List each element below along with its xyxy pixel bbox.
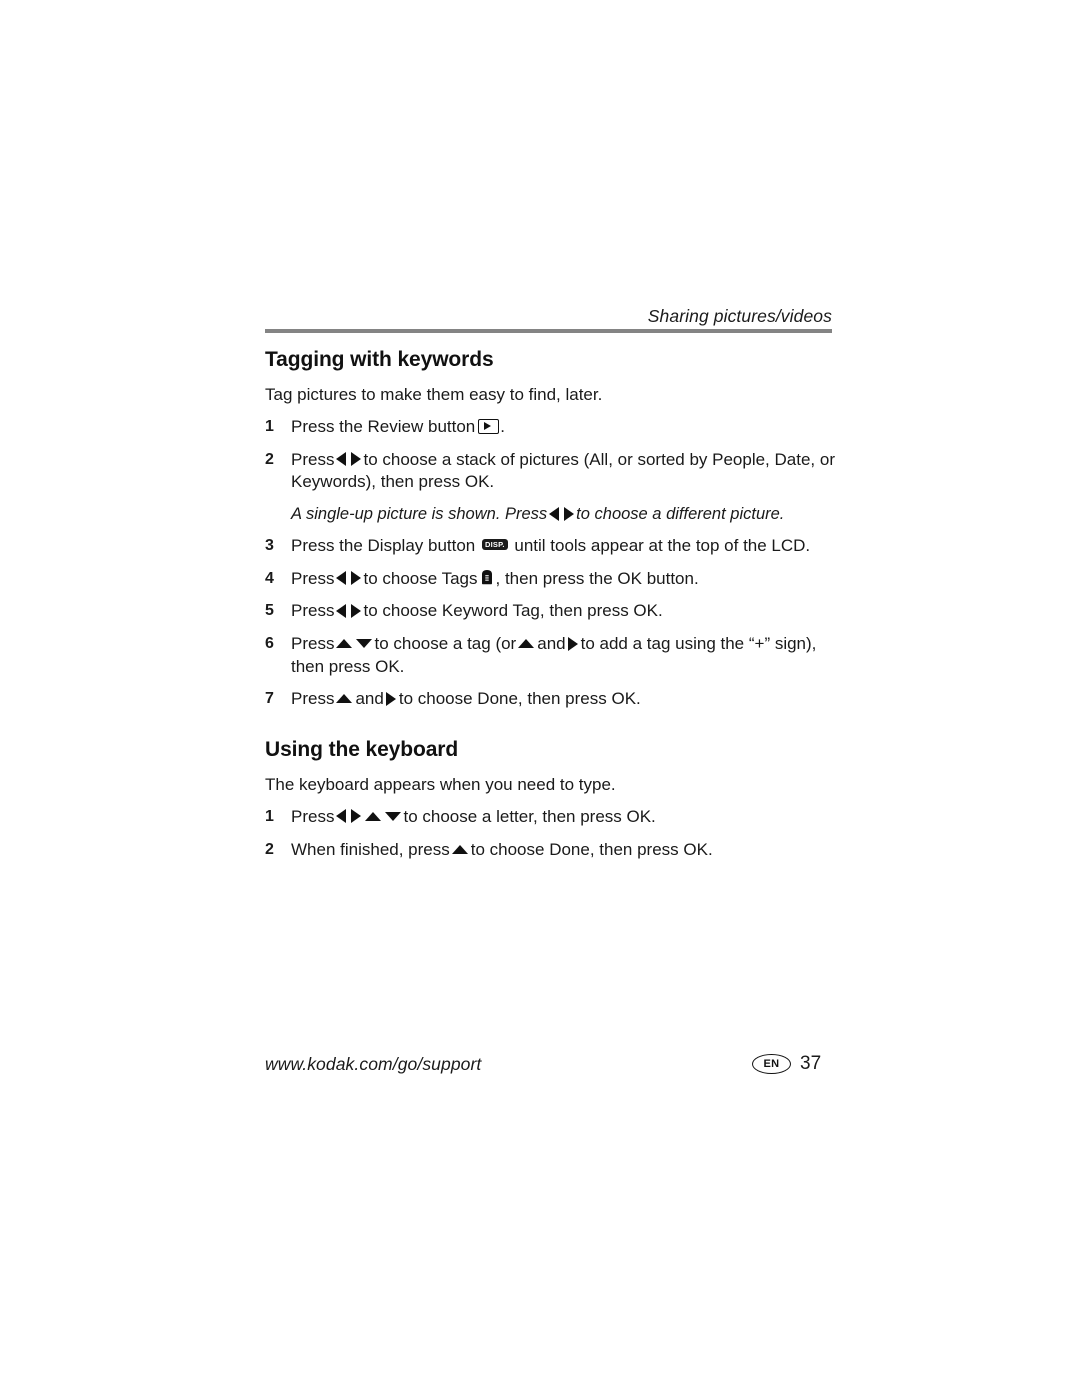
step-text-mid: and bbox=[355, 689, 384, 709]
step-item: 6 Press to choose a tag (or and to add a ta… bbox=[265, 633, 845, 678]
step-item: 1 Press to choose a letter, then press OK… bbox=[265, 806, 845, 829]
step-item: 7 Press and to choose Done, then press OK. bbox=[265, 688, 845, 711]
step-text-pre: Press bbox=[291, 634, 335, 653]
step-text-post: to choose a stack of pictures (All, or s… bbox=[291, 449, 835, 492]
manual-page: Sharing pictures/videos Tagging with key… bbox=[0, 0, 1080, 1397]
review-button-icon bbox=[478, 419, 500, 435]
up-arrow-icon bbox=[518, 637, 535, 650]
steps-list: 1 Press the Review button. 2 Press to cho… bbox=[265, 416, 845, 711]
step-text-mid: to choose a tag (or bbox=[374, 634, 517, 653]
up-down-arrows-icon bbox=[336, 637, 373, 650]
step-text-pre: Press bbox=[291, 568, 335, 588]
left-right-arrows-icon bbox=[336, 809, 362, 824]
note-text-post: to choose a different picture. bbox=[576, 504, 785, 523]
steps-list: 1 Press to choose a letter, then press OK… bbox=[265, 806, 845, 861]
step-item: 2 Press to choose a stack of pictures (Al… bbox=[265, 449, 845, 525]
left-right-arrows-icon bbox=[336, 452, 362, 467]
step-number: 5 bbox=[265, 602, 274, 620]
language-badge: EN bbox=[752, 1054, 791, 1074]
step-text-post: to choose Keyword Tag, then press OK. bbox=[363, 601, 663, 621]
running-header: Sharing pictures/videos bbox=[647, 306, 832, 326]
step-number: 4 bbox=[265, 569, 274, 587]
step-number: 1 bbox=[265, 807, 274, 825]
tags-icon bbox=[480, 569, 494, 585]
step-text-pre: Press the Review button bbox=[291, 417, 476, 437]
header-divider bbox=[265, 329, 832, 333]
section-lead-text: Tag pictures to make them easy to find, … bbox=[265, 385, 603, 405]
right-arrow-icon bbox=[385, 691, 397, 706]
step-number: 2 bbox=[265, 840, 274, 858]
up-arrow-icon bbox=[451, 843, 469, 856]
section-title: Using the keyboard bbox=[265, 737, 459, 761]
step-text-post: to choose a letter, then press OK. bbox=[403, 806, 656, 826]
step-number: 3 bbox=[265, 537, 274, 555]
step-text-post: . bbox=[500, 417, 505, 437]
step-text-pre: Press bbox=[291, 806, 335, 826]
note-text-pre: A single-up picture is shown. Press bbox=[291, 504, 548, 523]
step-number: 6 bbox=[265, 635, 274, 652]
step-text-pre: Press bbox=[291, 449, 335, 469]
step-text-pre: When finished, press bbox=[291, 839, 450, 859]
step-number: 7 bbox=[265, 690, 274, 708]
section-lead-text: The keyboard appears when you need to ty… bbox=[265, 774, 616, 794]
disp-button-icon: DISP. bbox=[482, 538, 508, 551]
step-text-mid: to choose Tags bbox=[363, 568, 478, 588]
step-text-post: until tools appear at the top of the LCD… bbox=[514, 536, 811, 556]
step-number: 1 bbox=[265, 418, 274, 436]
step-text-post: to choose Done, then press OK. bbox=[398, 689, 641, 709]
section-using-the-keyboard: Using the keyboard The keyboard appears … bbox=[265, 738, 845, 861]
step-text-post: , then press the OK button. bbox=[495, 568, 699, 588]
step-item: 2 When finished, press to choose Done, th… bbox=[265, 839, 845, 862]
step-text-pre: Press bbox=[291, 601, 335, 621]
step-item: 5 Press to choose Keyword Tag, then press… bbox=[265, 600, 845, 623]
step-item: 4 Press to choose Tags , then press the O… bbox=[265, 568, 845, 591]
left-right-arrows-icon bbox=[549, 506, 575, 521]
step-number: 2 bbox=[265, 450, 274, 468]
page-content: Tagging with keywords Tag pictures to ma… bbox=[265, 348, 845, 861]
step-item: 3 Press the Display button DISP. until t… bbox=[265, 535, 845, 558]
step-text-mid2: and bbox=[537, 634, 566, 653]
step-text-post: to choose Done, then press OK. bbox=[470, 839, 713, 859]
page-number: 37 bbox=[800, 1053, 822, 1074]
step-item: 1 Press the Review button. bbox=[265, 416, 845, 439]
step-note: A single-up picture is shown. Press to ch… bbox=[291, 503, 845, 525]
step-text-pre: Press the Display button bbox=[291, 536, 476, 556]
left-right-arrows-icon bbox=[336, 571, 362, 586]
step-text-pre: Press bbox=[291, 689, 335, 709]
section-title: Tagging with keywords bbox=[265, 348, 494, 371]
right-arrow-icon bbox=[567, 636, 579, 651]
footer-support-url[interactable]: www.kodak.com/go/support bbox=[265, 1054, 481, 1075]
section-tagging-with-keywords: Tagging with keywords Tag pictures to ma… bbox=[265, 348, 845, 711]
up-down-arrows-icon bbox=[365, 810, 402, 823]
footer-page-info: EN 37 bbox=[752, 1053, 832, 1075]
left-right-arrows-icon bbox=[336, 603, 362, 618]
up-arrow-icon bbox=[336, 692, 353, 705]
